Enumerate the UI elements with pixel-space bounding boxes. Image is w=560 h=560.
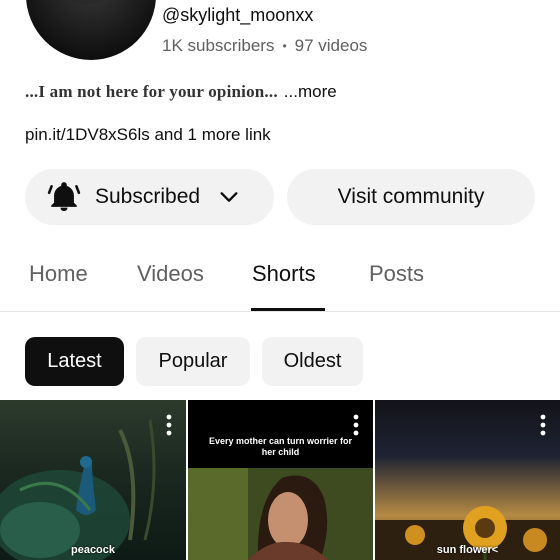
channel-meta: 1K subscribers • 97 videos [162, 36, 367, 56]
short-caption: sun flower< [436, 544, 499, 556]
channel-handle: @skylight_moonxx [162, 5, 314, 25]
tab-videos[interactable]: Videos [137, 261, 204, 287]
channel-description[interactable]: ...I am not here for your opinion... ...… [25, 82, 337, 102]
channel-tabs: Home Videos Shorts Posts [0, 255, 560, 312]
subscribed-label: Subscribed [95, 185, 201, 208]
peacock-image [0, 419, 156, 560]
chevron-down-icon [216, 184, 242, 210]
short-thumbnail[interactable]: sun flower< [375, 400, 560, 560]
short-thumbnail[interactable]: peacock [0, 400, 186, 560]
tab-posts[interactable]: Posts [369, 261, 424, 287]
short-caption: peacock [70, 544, 116, 556]
more-link[interactable]: ...more [284, 82, 337, 102]
meta-separator: • [282, 39, 287, 53]
tab-home[interactable]: Home [29, 261, 88, 287]
short-thumbnail[interactable]: Every mother can turn worrier for her ch… [188, 400, 373, 560]
tab-shorts[interactable]: Shorts [252, 261, 316, 287]
visit-community-button[interactable]: Visit community [287, 169, 535, 225]
subscribed-button[interactable]: Subscribed [25, 169, 274, 225]
channel-links[interactable]: pin.it/1DV8xS6ls and 1 more link [25, 125, 271, 145]
channel-avatar[interactable] [26, 0, 156, 60]
active-tab-indicator [251, 308, 325, 311]
filter-popular[interactable]: Popular [136, 337, 250, 386]
sunflower-image [375, 506, 560, 560]
woman-portrait-image [188, 468, 373, 560]
more-options-icon[interactable] [353, 414, 359, 436]
more-options-icon[interactable] [166, 414, 172, 436]
description-text: ...I am not here for your opinion... [25, 82, 278, 101]
bell-icon [47, 180, 81, 214]
more-options-icon[interactable] [540, 414, 546, 436]
filter-oldest[interactable]: Oldest [262, 337, 363, 386]
video-count: 97 videos [294, 36, 368, 55]
subscriber-count: 1K subscribers [162, 36, 275, 55]
filter-latest[interactable]: Latest [25, 337, 124, 386]
